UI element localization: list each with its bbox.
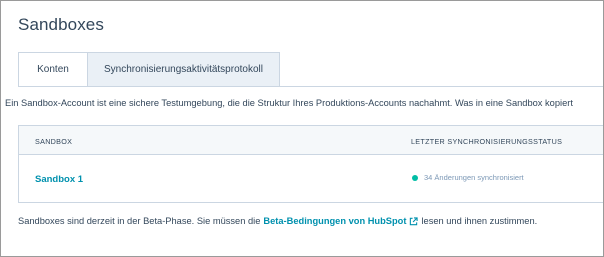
page-title: Sandboxes xyxy=(18,15,104,34)
tab-bar: Konten Synchronisierungsaktivitätsprotok… xyxy=(18,52,280,87)
sync-status-text: 34 Änderungen synchronisiert xyxy=(424,173,524,182)
sandbox-name-link[interactable]: Sandbox 1 xyxy=(35,174,83,185)
sandbox-description: Ein Sandbox-Account ist eine sichere Tes… xyxy=(5,98,573,108)
column-header-sync-status: LETZTER SYNCHRONISIERUNGSSTATUS xyxy=(411,137,563,146)
tab-label: Synchronisierungsaktivitätsprotokoll xyxy=(104,64,263,75)
external-link-icon[interactable] xyxy=(409,216,419,226)
beta-notice: Sandboxes sind derzeit in der Beta-Phase… xyxy=(18,216,537,226)
table-header: SANDBOX LETZTER SYNCHRONISIERUNGSSTATUS xyxy=(18,125,603,155)
sandboxes-panel: Sandboxes Konten Synchronisierungsaktivi… xyxy=(0,0,604,257)
beta-notice-suffix: lesen und ihnen zustimmen. xyxy=(421,216,538,226)
tab-sync-activity-log[interactable]: Synchronisierungsaktivitätsprotokoll xyxy=(88,52,280,87)
beta-terms-link[interactable]: Beta-Bedingungen von HubSpot xyxy=(263,216,406,226)
tab-label: Konten xyxy=(37,64,69,75)
status-dot-icon xyxy=(412,175,418,181)
table-row: Sandbox 1 34 Änderungen synchronisiert xyxy=(18,155,603,203)
column-header-sandbox: SANDBOX xyxy=(35,137,73,146)
beta-notice-prefix: Sandboxes sind derzeit in der Beta-Phase… xyxy=(18,216,261,226)
tab-divider xyxy=(18,86,603,87)
tab-konten[interactable]: Konten xyxy=(18,52,88,87)
